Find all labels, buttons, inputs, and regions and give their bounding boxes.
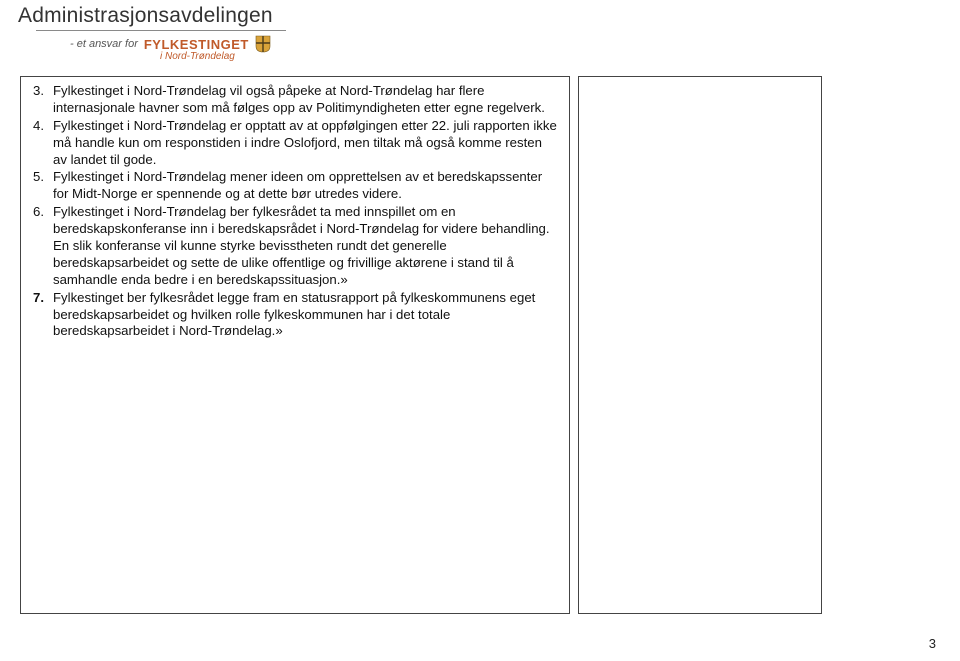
list-item: Fylkestinget i Nord-Trøndelag er opptatt…: [31, 118, 559, 169]
page-number: 3: [929, 636, 936, 651]
tagline-prefix: - et ansvar for: [70, 38, 138, 50]
department-title: Administrasjonsavdelingen: [18, 4, 960, 28]
brand-name: FYLKESTINGET: [144, 37, 249, 52]
header-tagline: - et ansvar for FYLKESTINGET: [18, 31, 960, 53]
list-item: Fylkestinget i Nord-Trøndelag mener idee…: [31, 169, 559, 203]
numbered-list: Fylkestinget i Nord-Trøndelag vil også p…: [31, 83, 559, 340]
list-item: Fylkestinget i Nord-Trøndelag vil også p…: [31, 83, 559, 117]
brand-sub: i Nord-Trøndelag: [18, 51, 960, 62]
content-row: Fylkestinget i Nord-Trøndelag vil også p…: [0, 62, 960, 614]
shield-icon: [255, 35, 271, 53]
text-box-right: [578, 76, 822, 614]
text-box-left: Fylkestinget i Nord-Trøndelag vil også p…: [20, 76, 570, 614]
list-item: Fylkestinget i Nord-Trøndelag ber fylkes…: [31, 204, 559, 288]
list-item: Fylkestinget ber fylkesrådet legge fram …: [31, 290, 559, 341]
page-header: Administrasjonsavdelingen - et ansvar fo…: [0, 0, 960, 62]
